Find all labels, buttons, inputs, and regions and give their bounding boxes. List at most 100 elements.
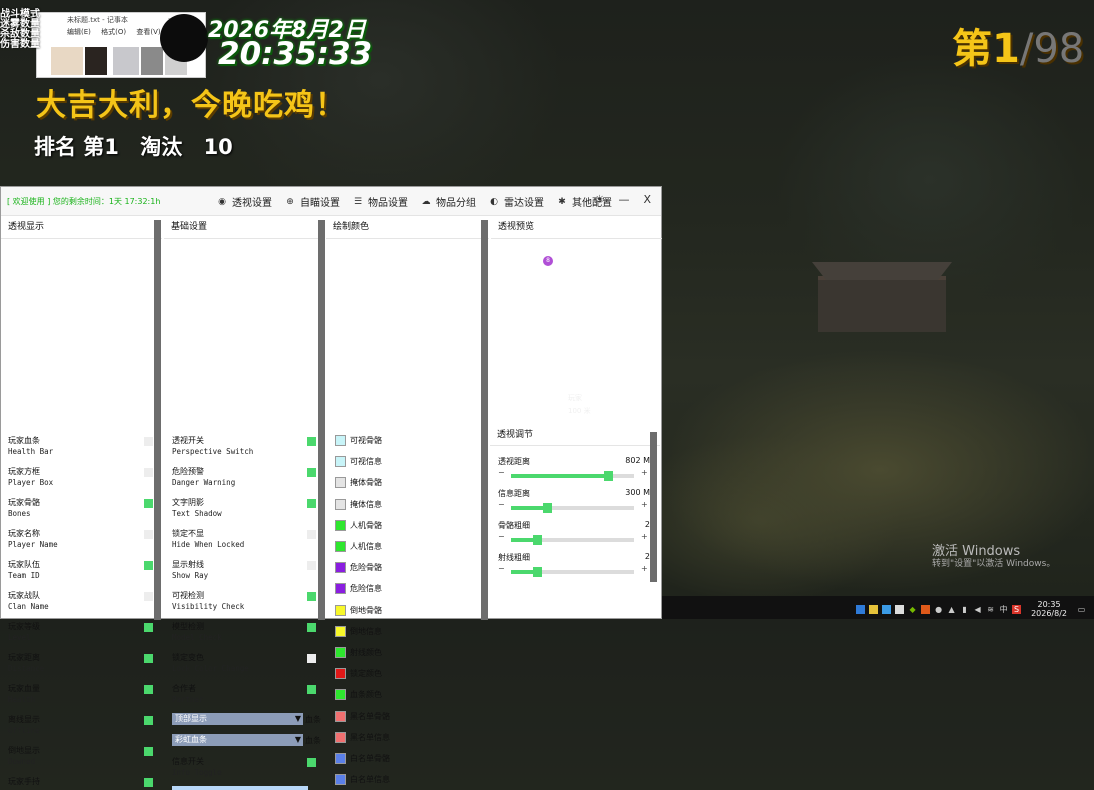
slider-track[interactable] [511, 567, 634, 577]
notepad-menu-view[interactable]: 查看(V) [136, 28, 160, 36]
esp-option: 倒地显示 Downed [8, 745, 40, 767]
tab-esp-settings[interactable]: ◉ 透视设置 [217, 194, 272, 210]
color-swatch[interactable] [335, 519, 346, 531]
activate-windows-hint: 转到"设置"以激活 Windows。 [932, 559, 1056, 569]
tab-item-settings[interactable]: ☰ 物品设置 [353, 194, 408, 210]
option-checkbox[interactable] [144, 716, 153, 725]
slider-increment[interactable]: + [641, 468, 648, 477]
color-swatch[interactable] [335, 753, 346, 764]
app-tray-icon[interactable] [921, 604, 931, 614]
notepad-menu-format[interactable]: 格式(O) [101, 28, 126, 36]
app-tray-icon[interactable] [895, 604, 905, 614]
slider-decrement[interactable]: − [498, 532, 505, 541]
color-swatch[interactable] [335, 625, 346, 637]
option-checkbox[interactable] [144, 499, 153, 508]
option-checkbox[interactable] [307, 499, 316, 508]
input-language[interactable]: 中 [999, 605, 1008, 614]
tab-radar-settings[interactable]: ◐ 雷达设置 [489, 194, 544, 210]
color-swatch[interactable] [335, 668, 346, 680]
rank-display: 第1/98 [952, 16, 1084, 74]
scrollbar[interactable] [650, 432, 657, 582]
option-checkbox[interactable] [307, 561, 316, 570]
option-checkbox[interactable] [144, 468, 153, 477]
slider-track[interactable] [511, 503, 634, 513]
steam-icon[interactable]: ● [934, 605, 943, 614]
window-controls: ☀ — X [581, 193, 651, 206]
taskbar-clock[interactable]: 20:35 2026/8/2 [1031, 600, 1067, 618]
slider-increment[interactable]: + [641, 500, 648, 509]
color-swatch[interactable] [335, 562, 346, 574]
color-label: 白名单骨骼 [350, 754, 390, 763]
slider-decrement[interactable]: − [498, 500, 505, 509]
option-checkbox[interactable] [307, 685, 316, 694]
option-checkbox[interactable] [144, 437, 153, 446]
option-checkbox[interactable] [307, 592, 316, 601]
notification-icon[interactable]: ▭ [1077, 605, 1086, 614]
display-mode-dropdown[interactable]: 顶部显示 ▼ [172, 713, 303, 725]
speaker-icon[interactable]: ◀ [973, 605, 982, 614]
microphone-icon[interactable]: ▮ [960, 605, 969, 614]
color-swatch[interactable] [335, 435, 346, 446]
option-checkbox[interactable] [144, 592, 153, 601]
color-swatch[interactable] [335, 583, 346, 595]
ime-icon[interactable]: S [1012, 604, 1022, 614]
option-checkbox[interactable] [307, 468, 316, 477]
option-sublabel: Level [8, 633, 31, 642]
color-swatch[interactable] [335, 689, 346, 701]
scrollbar[interactable] [481, 220, 488, 620]
option-checkbox[interactable] [144, 561, 153, 570]
slider-increment[interactable]: + [641, 532, 648, 541]
display-mode-dropdown[interactable]: 彩虹血条 ▼ [172, 734, 303, 746]
preview-player-distance: 100 米 [568, 407, 591, 415]
option-checkbox[interactable] [144, 654, 153, 663]
option-checkbox[interactable] [307, 530, 316, 539]
color-swatch[interactable] [335, 647, 346, 658]
slider-thumb[interactable] [533, 535, 543, 545]
option-checkbox[interactable] [144, 530, 153, 539]
option-checkbox[interactable] [144, 778, 153, 787]
slider-track[interactable] [511, 471, 634, 481]
scrollbar[interactable] [154, 220, 161, 620]
settings-window[interactable]: [ 欢迎使用 ] 您的剩余时间：1天 17:32:1h ◉ 透视设置 ⊕ 自瞄设置 … [0, 186, 662, 790]
color-swatch[interactable] [335, 541, 346, 552]
slider-thumb[interactable] [542, 503, 552, 513]
tab-aim-settings[interactable]: ⊕ 自瞄设置 [285, 194, 340, 210]
slider-track[interactable] [511, 535, 634, 545]
color-swatch[interactable] [335, 774, 346, 786]
theme-toggle-icon[interactable]: ☀ [595, 193, 605, 206]
nvidia-icon[interactable]: ◆ [908, 605, 917, 614]
color-swatch[interactable] [335, 731, 346, 743]
option-checkbox[interactable] [144, 623, 153, 632]
slider-decrement[interactable]: − [498, 468, 505, 477]
close-button[interactable]: X [643, 193, 651, 206]
slider-decrement[interactable]: − [498, 564, 505, 573]
option-label: 玩家名称 [8, 529, 40, 538]
option-checkbox[interactable] [307, 758, 316, 767]
notepad-menu-edit[interactable]: 编辑(E) [67, 28, 91, 36]
shield-icon[interactable] [856, 604, 866, 614]
slider-thumb[interactable] [533, 567, 543, 577]
color-swatch[interactable] [335, 604, 346, 616]
network-icon[interactable]: ▲ [947, 605, 956, 614]
option-checkbox[interactable] [307, 623, 316, 632]
slider-thumb[interactable] [604, 471, 614, 481]
title-bar[interactable]: [ 欢迎使用 ] 您的剩余时间：1天 17:32:1h ◉ 透视设置 ⊕ 自瞄设置 … [1, 187, 661, 216]
minimize-button[interactable]: — [618, 193, 629, 206]
scrollbar[interactable] [318, 220, 325, 620]
option-checkbox[interactable] [144, 747, 153, 756]
color-swatch[interactable] [335, 477, 346, 489]
app-tray-icon[interactable] [882, 604, 892, 614]
wifi-icon[interactable]: ≋ [986, 605, 995, 614]
slider-label: 射线粗细 [498, 553, 530, 562]
app-tray-icon[interactable] [869, 604, 879, 614]
esp-option: 玩家方框 Player Box [8, 466, 53, 488]
slider-increment[interactable]: + [641, 564, 648, 573]
tab-item-groups[interactable]: ☁ 物品分组 [421, 194, 477, 210]
color-swatch[interactable] [335, 498, 346, 510]
color-label: 掩体信息 [350, 499, 382, 509]
color-swatch[interactable] [335, 456, 346, 468]
option-checkbox[interactable] [307, 437, 316, 446]
color-swatch[interactable] [335, 710, 346, 722]
option-checkbox[interactable] [307, 654, 316, 663]
option-checkbox[interactable] [144, 685, 153, 694]
